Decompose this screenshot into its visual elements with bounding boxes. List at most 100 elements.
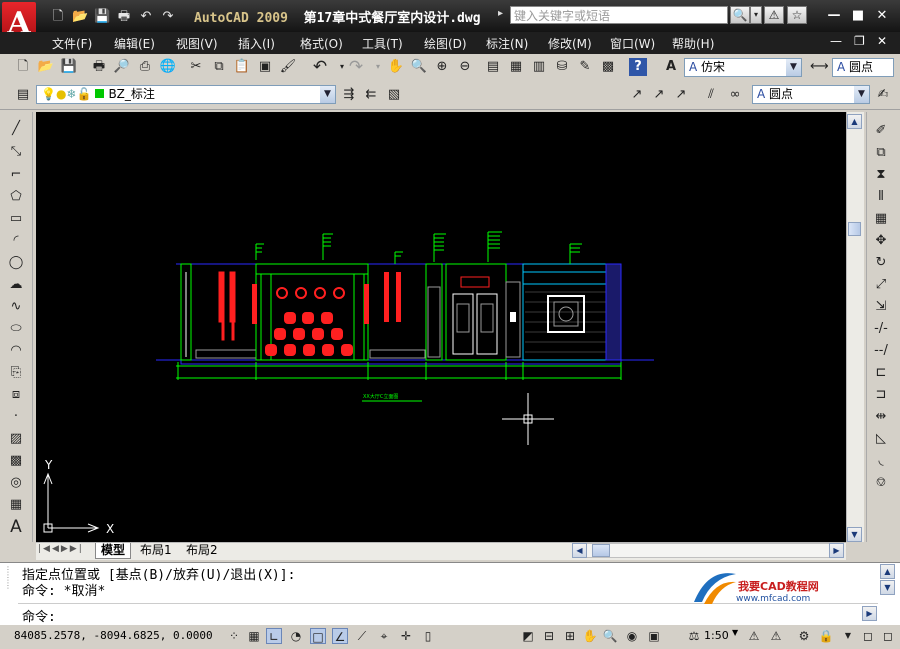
move-icon[interactable]: ✥: [872, 232, 890, 250]
block-editor-icon[interactable]: ▣: [256, 58, 274, 76]
ortho-mode-icon[interactable]: ∟: [266, 628, 282, 644]
open-icon[interactable]: 📂: [37, 58, 55, 76]
mirror-icon[interactable]: ⧗: [872, 166, 890, 184]
scroll-left-icon[interactable]: ◀: [572, 543, 587, 558]
horizontal-scrollbar[interactable]: [572, 543, 844, 558]
plot-preview-icon[interactable]: 🔎: [113, 58, 131, 76]
ellipse-icon[interactable]: ⬭: [7, 320, 25, 338]
trim-icon[interactable]: -/-: [872, 320, 890, 338]
offset-icon[interactable]: ⫴: [872, 188, 890, 206]
array-icon[interactable]: ▦: [872, 210, 890, 228]
object-snap-tracking-icon[interactable]: ∠: [332, 628, 348, 644]
polygon-icon[interactable]: ⬠: [7, 188, 25, 206]
menu-file[interactable]: 文件(F): [52, 35, 92, 52]
layer-states-icon[interactable]: ▧: [385, 86, 403, 104]
vertical-scrollbar[interactable]: [846, 112, 864, 542]
workspace-switching-icon[interactable]: ⚙: [796, 628, 812, 644]
break-at-point-icon[interactable]: ⊏: [872, 364, 890, 382]
clean-screen-icon[interactable]: ◻: [860, 628, 876, 644]
qnew-icon[interactable]: 🗋: [14, 58, 32, 76]
doc-restore-icon[interactable]: ❐: [854, 34, 865, 48]
design-center-icon[interactable]: ▦: [507, 58, 525, 76]
scroll-down-icon[interactable]: ▼: [847, 527, 862, 542]
scroll-right-icon[interactable]: ▶: [829, 543, 844, 558]
polar-tracking-icon[interactable]: ◔: [288, 628, 304, 644]
collect-leader-icon[interactable]: ∞: [726, 86, 744, 104]
command-scroll-right-icon[interactable]: ▶: [862, 606, 877, 621]
favorites-star-icon[interactable]: ☆: [787, 6, 807, 24]
menu-help[interactable]: 帮助(H): [672, 35, 714, 52]
scroll-up-icon[interactable]: ▲: [847, 114, 862, 129]
steeringwheel-icon[interactable]: ◉: [624, 628, 640, 644]
minimize-icon[interactable]: —: [824, 8, 844, 24]
remove-leader-icon[interactable]: ↗: [672, 86, 690, 104]
multileader-icon[interactable]: ↗: [628, 86, 646, 104]
search-input[interactable]: 键入关键字或短语: [510, 6, 728, 24]
save-icon[interactable]: 💾: [60, 58, 78, 76]
arc-icon[interactable]: ◜: [7, 232, 25, 250]
quick-view-drawings-icon[interactable]: ⊞: [562, 628, 578, 644]
multileader-style-select[interactable]: A 圆点 ▼: [752, 85, 870, 104]
break-icon[interactable]: ⊐: [872, 386, 890, 404]
match-properties-icon[interactable]: 🖌: [279, 58, 297, 76]
new-file-icon[interactable]: 🗋: [50, 9, 66, 24]
snap-mode-icon[interactable]: ⁘: [226, 628, 242, 644]
tab-model[interactable]: 模型: [95, 543, 132, 559]
model-space-icon[interactable]: ◩: [520, 628, 536, 644]
chamfer-icon[interactable]: ◺: [872, 430, 890, 448]
menu-view[interactable]: 视图(V): [176, 35, 218, 52]
dynamic-input-icon[interactable]: ⌖: [376, 628, 392, 644]
table-icon[interactable]: ▦: [7, 496, 25, 514]
menu-window[interactable]: 窗口(W): [610, 35, 655, 52]
make-current-layer-icon[interactable]: ⇶: [340, 86, 358, 104]
add-leader-icon[interactable]: ↗: [650, 86, 668, 104]
dim-style-select[interactable]: A 圆点: [832, 58, 894, 77]
toolbar-lock-icon[interactable]: 🔒: [818, 628, 834, 644]
region-icon[interactable]: ◎: [7, 474, 25, 492]
multiline-text-icon[interactable]: A: [7, 518, 25, 536]
polyline-icon[interactable]: ⌐: [7, 166, 25, 184]
search-icon[interactable]: 🔍: [730, 6, 750, 24]
spline-icon[interactable]: ∿: [7, 298, 25, 316]
pan-icon[interactable]: ✋: [582, 628, 598, 644]
menu-draw[interactable]: 绘图(D): [424, 35, 467, 52]
annotation-scale-value[interactable]: 1:50: [704, 629, 729, 642]
properties-icon[interactable]: ▤: [484, 58, 502, 76]
undo-icon[interactable]: ↶: [138, 9, 154, 24]
erase-icon[interactable]: ✐: [872, 122, 890, 140]
chevron-down-icon[interactable]: ▼: [854, 86, 869, 103]
zoom-icon[interactable]: 🔍: [602, 628, 618, 644]
scale-dropdown-icon[interactable]: ▼: [732, 628, 738, 637]
redo-icon[interactable]: ↷: [347, 58, 365, 76]
align-leader-icon[interactable]: ⫽: [702, 86, 720, 104]
close-icon[interactable]: ✕: [872, 8, 892, 24]
text-style-select[interactable]: A 仿宋 ▼: [684, 58, 802, 77]
tab-layout1[interactable]: 布局1: [135, 543, 177, 558]
communication-center-icon[interactable]: ⚠: [764, 6, 784, 24]
rectangle-icon[interactable]: ▭: [7, 210, 25, 228]
quick-properties-icon[interactable]: ▯: [420, 628, 436, 644]
hatch-icon[interactable]: ▨: [7, 430, 25, 448]
insert-block-icon[interactable]: ⎘: [7, 364, 25, 382]
undo-icon[interactable]: ↶: [311, 58, 329, 76]
menu-insert[interactable]: 插入(I): [238, 35, 275, 52]
object-snap-icon[interactable]: □: [310, 628, 326, 644]
print-icon[interactable]: 🖶: [116, 9, 132, 24]
doc-close-icon[interactable]: ✕: [877, 34, 887, 48]
horizontal-scroll-thumb[interactable]: [592, 544, 610, 557]
coordinate-readout[interactable]: 84085.2578, -8094.6825, 0.0000: [14, 629, 213, 642]
markup-icon[interactable]: ✎: [576, 58, 594, 76]
pan-realtime-icon[interactable]: ✋: [387, 58, 405, 76]
tool-palettes-icon[interactable]: ▥: [530, 58, 548, 76]
sheet-set-icon[interactable]: ⛁: [553, 58, 571, 76]
dynamic-ucs-icon[interactable]: ⟋: [354, 628, 370, 644]
auto-scale-icon[interactable]: ⚠: [768, 628, 784, 644]
search-dropdown-icon[interactable]: ▾: [750, 6, 762, 24]
join-icon[interactable]: ⇹: [872, 408, 890, 426]
zoom-window-icon[interactable]: ⊕: [433, 58, 451, 76]
fillet-icon[interactable]: ◟: [872, 452, 890, 470]
menu-modify[interactable]: 修改(M): [548, 35, 592, 52]
make-block-icon[interactable]: ⧈: [7, 386, 25, 404]
save-icon[interactable]: 💾: [94, 9, 110, 24]
tab-layout2[interactable]: 布局2: [181, 543, 223, 558]
